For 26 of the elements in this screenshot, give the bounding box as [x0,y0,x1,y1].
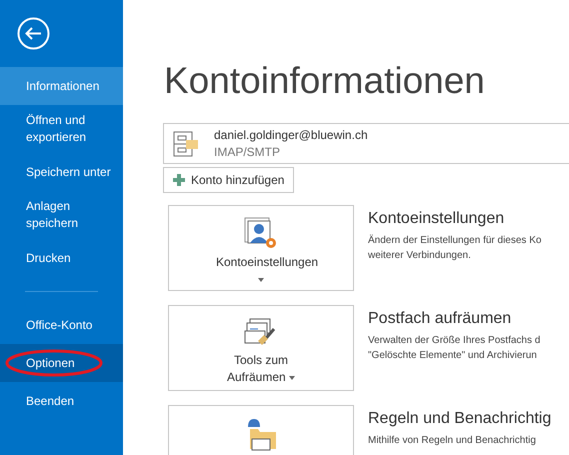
account-type: IMAP/SMTP [214,144,282,160]
account-selector[interactable]: daniel.goldinger@bluewin.ch IMAP/SMTP [163,123,569,164]
sidebar-item[interactable]: Optionen [0,344,123,382]
sidebar-item[interactable]: Informationen [0,67,123,105]
account-email: daniel.goldinger@bluewin.ch [214,126,368,142]
section-description: Verwalten der Größe Ihres Postfachs d "Gelöschte Elemente" und Archivierun [368,334,542,363]
mailbox-icon [172,130,200,158]
sidebar-item[interactable]: Office-Konto [0,306,123,344]
sidebar-item[interactable]: Öffnen und exportieren [0,105,123,153]
section-button[interactable]: Tools zum Aufräumen [168,305,354,391]
dropdown-caret-icon [289,376,296,380]
section-title: Regeln und Benachrichtig [368,409,552,429]
section-title: Postfach aufräumen [368,309,512,329]
person-gear-icon [244,217,278,251]
section-title: Kontoeinstellungen [368,209,506,229]
plus-icon [173,174,185,186]
add-account-button[interactable]: Konto hinzufügen [163,167,294,193]
page-title: Kontoinformationen [164,59,486,103]
sidebar-item[interactable]: Drucken [0,239,123,277]
sidebar-item[interactable]: Speichern unter [0,153,123,191]
sidebar-item[interactable]: Anlagen speichern [0,191,123,239]
section-button[interactable]: Kontoeinstellungen [168,205,354,291]
section-description: Mithilfe von Regeln und Benachrichtig [368,434,537,448]
dropdown-caret-icon [258,278,264,282]
sidebar-item[interactable]: Beenden [0,382,123,420]
section-description: Ändern der Einstellungen für dieses Ko weiterer Verbindungen. [368,234,542,263]
